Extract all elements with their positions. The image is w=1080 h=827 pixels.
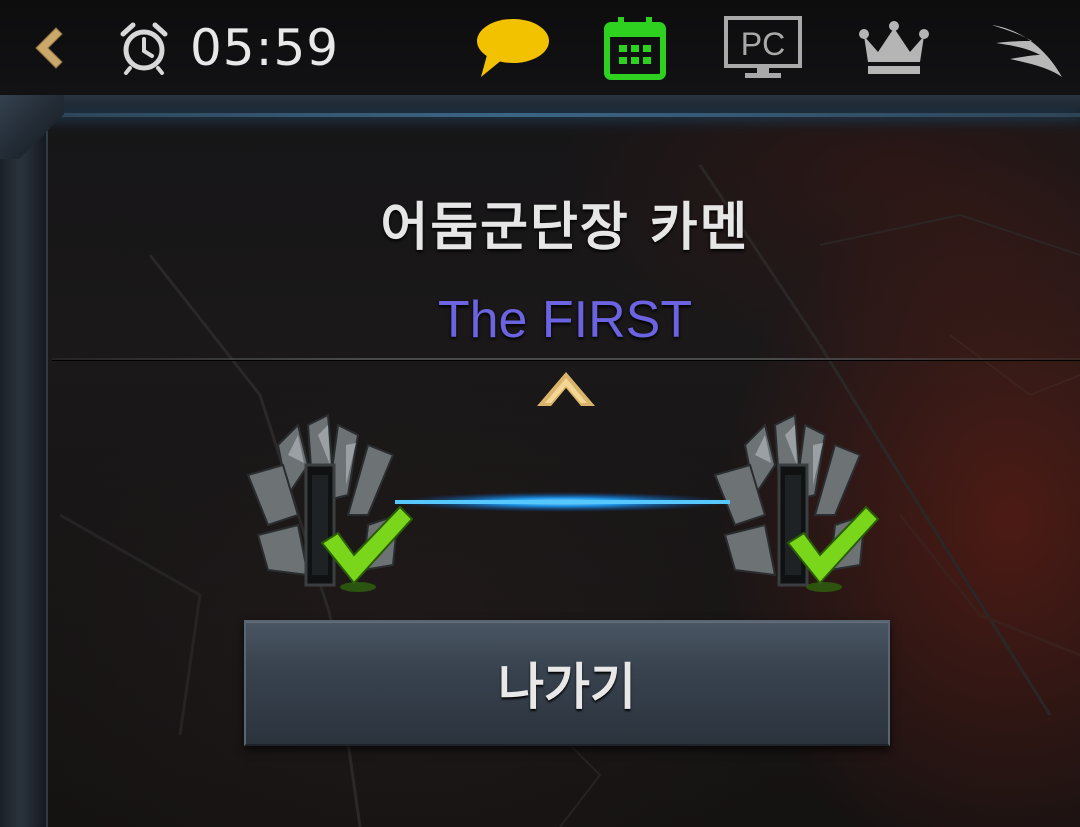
raid-boss-title: 어둠군단장 카멘: [380, 198, 750, 258]
divider: [52, 358, 1080, 360]
pc-monitor-icon: PC: [724, 15, 802, 78]
crown-button[interactable]: [856, 0, 932, 95]
pc-button[interactable]: PC: [720, 0, 806, 95]
ready-check-icon: [786, 505, 880, 592]
wing-button[interactable]: [984, 0, 1070, 95]
alarm-clock-icon: [120, 22, 168, 75]
chevron-up-icon: [537, 372, 595, 406]
chat-bubble-icon: [477, 18, 549, 77]
back-button[interactable]: [18, 0, 74, 95]
ready-check-icon: [320, 505, 414, 592]
connection-beam: [395, 492, 730, 512]
calendar-button[interactable]: [598, 0, 672, 95]
top-status-bar: 05:59 PC: [0, 0, 1080, 97]
clear-rank-label: The FIRST: [437, 291, 693, 349]
dungeon-result-panel: 어둠군단장 카멘 The FIRST 나가기: [0, 95, 1080, 827]
wing-icon: [992, 24, 1062, 77]
calendar-icon: [604, 16, 666, 80]
chat-button[interactable]: [466, 0, 556, 95]
svg-text:PC: PC: [741, 26, 785, 62]
clock-time: 05:59: [190, 18, 340, 77]
frame-left: [0, 95, 48, 827]
back-arrow-icon: [35, 26, 63, 69]
exit-button[interactable]: 나가기: [244, 620, 890, 746]
alarm-button[interactable]: [112, 0, 176, 95]
frame-glow-line: [40, 113, 1080, 117]
crown-icon: [859, 20, 929, 74]
game-screen: 05:59 PC 어둠군단장 카멘 The FIRST 나가기: [0, 0, 1080, 827]
